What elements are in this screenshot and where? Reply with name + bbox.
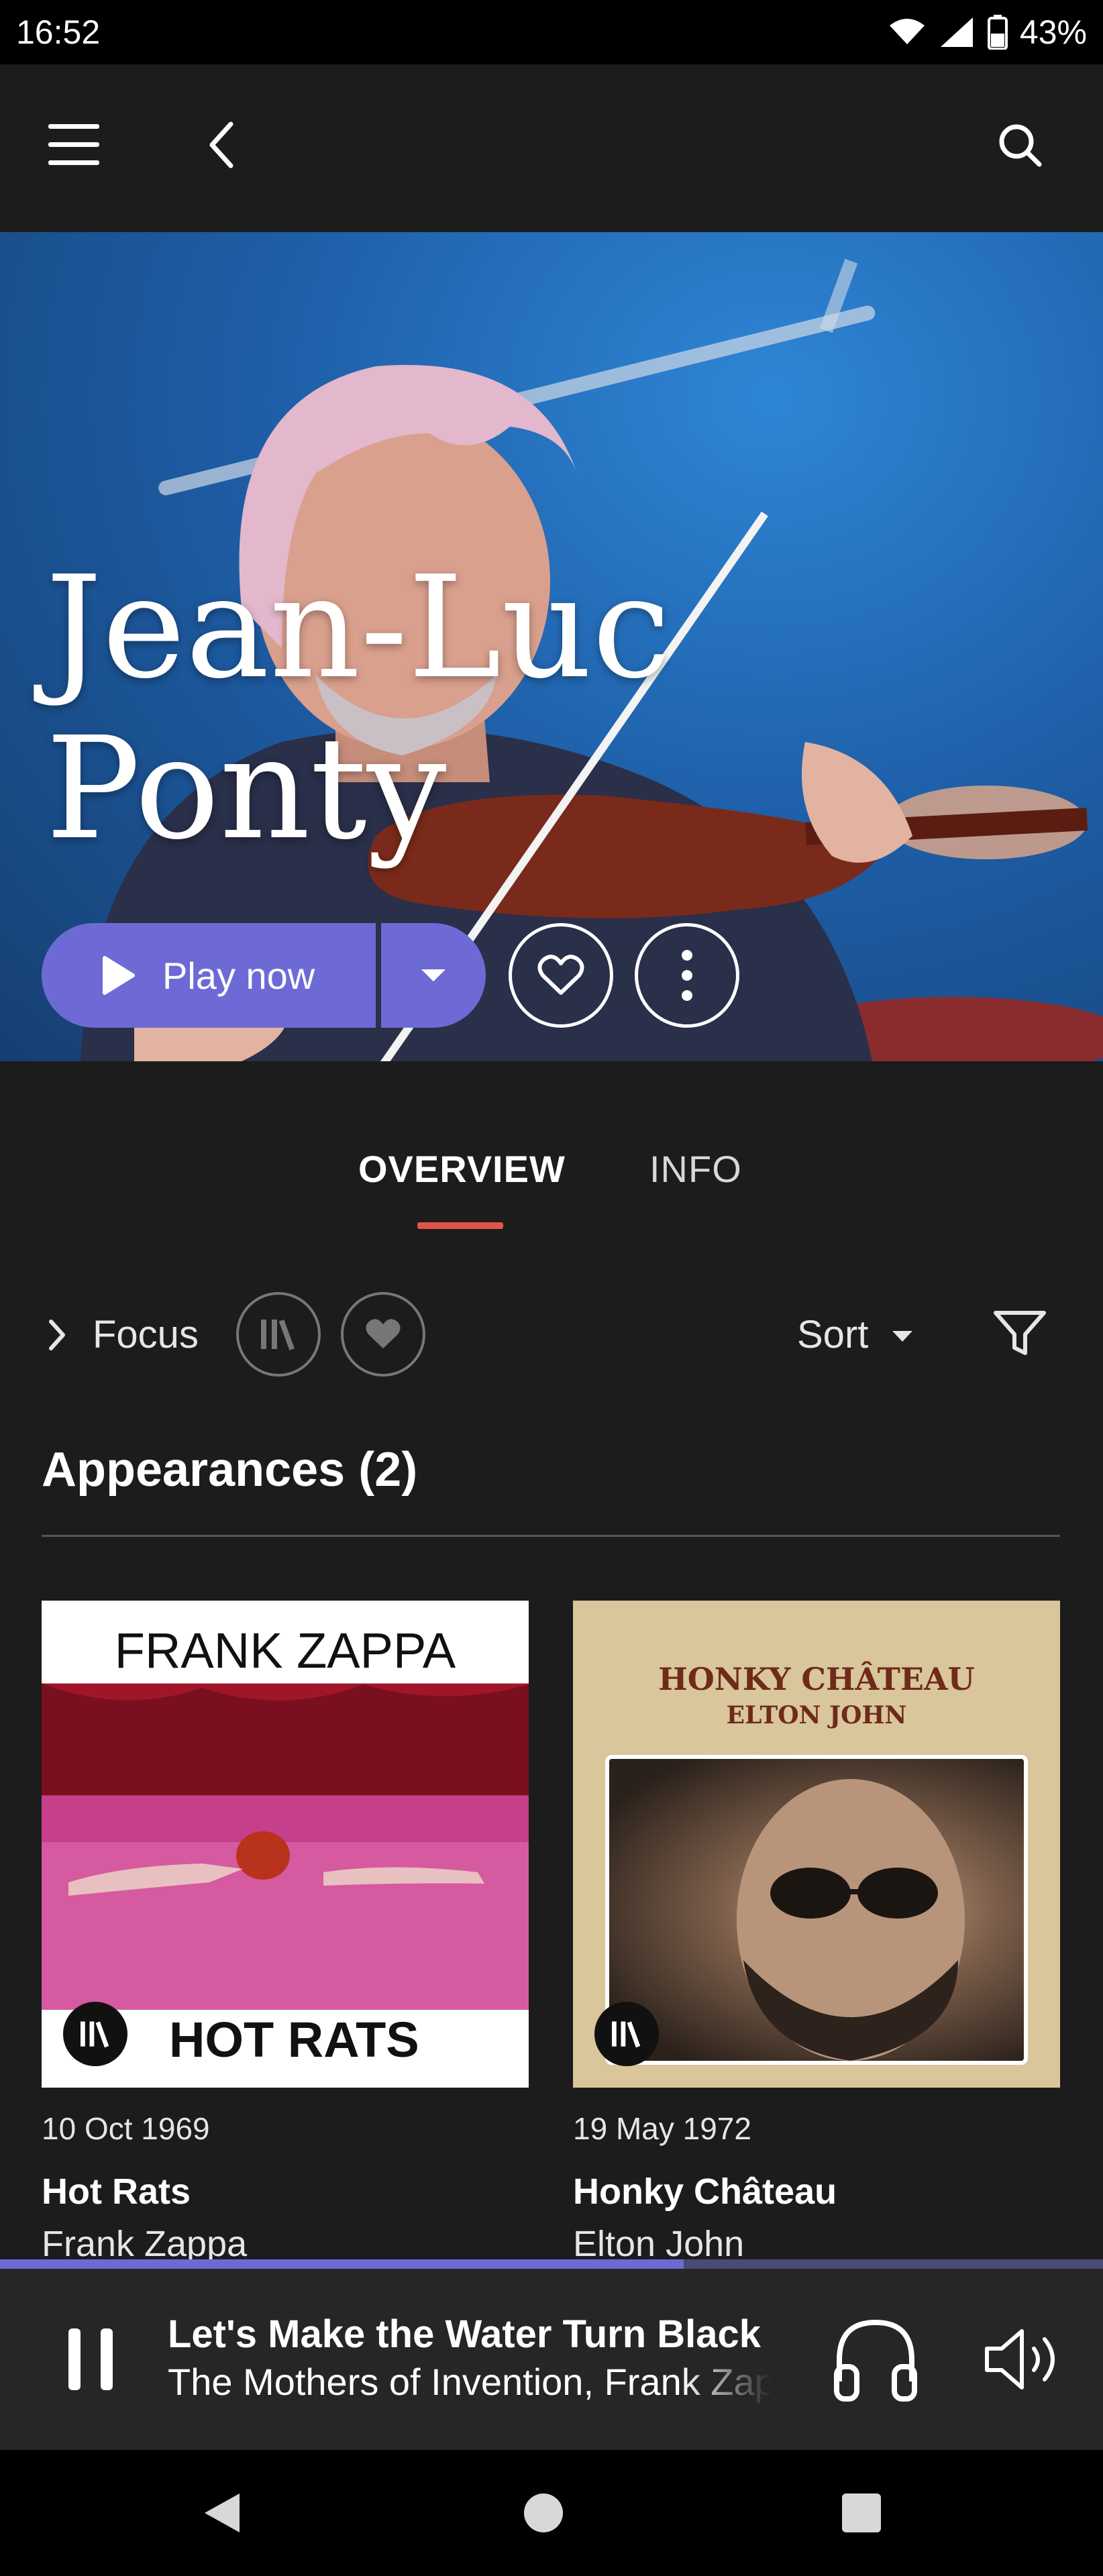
album-cover-hot-rats[interactable]: FRANK ZAPPA HOT RATS — [42, 1601, 529, 2088]
pause-button[interactable] — [47, 2316, 134, 2403]
section-divider — [42, 1535, 1060, 1537]
section-title: Appearances (2) — [42, 1443, 418, 1497]
album-title[interactable]: Hot Rats — [42, 2171, 191, 2212]
nav-recents-button[interactable] — [828, 2479, 895, 2546]
favorite-button[interactable] — [509, 923, 613, 1028]
cover-title-text: HONKY CHÂTEAU — [658, 1661, 975, 1697]
now-playing-artists: The Mothers of Invention, Frank Zappa — [168, 2361, 772, 2403]
chevron-right-icon — [49, 1320, 65, 1350]
nav-home-button[interactable] — [510, 2479, 577, 2546]
album-title[interactable]: Honky Château — [573, 2171, 837, 2212]
system-nav-bar — [0, 2450, 1103, 2576]
signal-icon — [940, 17, 973, 47]
playback-progress[interactable] — [0, 2259, 1103, 2269]
menu-icon — [48, 124, 99, 165]
library-icon — [261, 1319, 295, 1350]
output-device-button[interactable] — [825, 2309, 926, 2410]
play-options-dropdown[interactable] — [381, 923, 486, 1028]
library-filter-button[interactable] — [236, 1292, 321, 1377]
library-icon — [612, 2021, 641, 2048]
battery-icon — [987, 15, 1008, 50]
focus-label: Focus — [93, 1313, 199, 1356]
back-button[interactable] — [188, 111, 255, 178]
album-date: 10 Oct 1969 — [42, 2111, 210, 2146]
cover-art — [737, 1779, 965, 2061]
dropdown-icon — [421, 969, 445, 981]
caret-down-icon — [892, 1331, 912, 1342]
playback-progress-fill — [0, 2259, 684, 2269]
sort-label: Sort — [797, 1313, 869, 1356]
album-artist[interactable]: Elton John — [573, 2223, 744, 2265]
play-now-label: Play now — [162, 954, 315, 997]
album-cover-honky-chateau[interactable]: HONKY CHÂTEAU ELTON JOHN — [573, 1601, 1060, 2088]
tab-overview[interactable]: OVERVIEW — [358, 1147, 566, 1191]
play-now-button[interactable]: Play now — [42, 923, 376, 1028]
status-icons: 43% — [888, 13, 1087, 52]
app-bar — [0, 64, 1103, 232]
search-button[interactable] — [986, 111, 1053, 178]
now-playing-title: Let's Make the Water Turn Black — [168, 2312, 761, 2356]
status-time: 16:52 — [16, 13, 101, 51]
album-artist[interactable]: Frank Zappa — [42, 2223, 247, 2265]
filter-icon — [994, 1311, 1046, 1355]
nav-back-button[interactable] — [188, 2479, 255, 2546]
heart-icon — [537, 955, 584, 995]
mini-player[interactable]: Let's Make the Water Turn Black The Moth… — [0, 2269, 1103, 2450]
tab-active-indicator — [417, 1222, 503, 1229]
library-icon — [81, 2021, 109, 2048]
volume-icon — [985, 2329, 1055, 2390]
nav-recents-icon — [842, 2493, 881, 2532]
search-icon — [999, 124, 1042, 167]
wifi-icon — [889, 19, 925, 44]
artist-name: Jean-Luc Ponty — [46, 545, 672, 871]
more-icon — [682, 950, 692, 1001]
menu-button[interactable] — [40, 111, 107, 178]
battery-level: 43% — [1019, 13, 1087, 51]
library-badge — [594, 2002, 659, 2066]
cover-photo — [605, 1755, 1028, 2065]
cover-title-text: HOT RATS — [169, 2012, 419, 2068]
volume-button[interactable] — [973, 2309, 1073, 2410]
more-options-button[interactable] — [635, 923, 739, 1028]
headphones-icon — [834, 2319, 917, 2402]
favorites-filter-button[interactable] — [341, 1292, 425, 1377]
heart-icon — [366, 1319, 401, 1349]
filter-button[interactable] — [986, 1300, 1053, 1367]
back-icon — [209, 121, 233, 168]
tab-info[interactable]: INFO — [649, 1147, 742, 1191]
album-date: 19 May 1972 — [573, 2111, 751, 2146]
pause-icon — [68, 2328, 113, 2390]
filter-row: Focus Sort — [0, 1288, 1103, 1379]
status-bar: 16:52 43% — [0, 0, 1103, 64]
cover-artist-text: ELTON JOHN — [726, 1701, 907, 1729]
cover-artist-text: FRANK ZAPPA — [114, 1623, 456, 1678]
nav-back-icon — [205, 2493, 240, 2532]
nav-home-icon — [524, 2493, 563, 2532]
play-icon — [103, 956, 135, 995]
library-badge — [63, 2002, 127, 2066]
